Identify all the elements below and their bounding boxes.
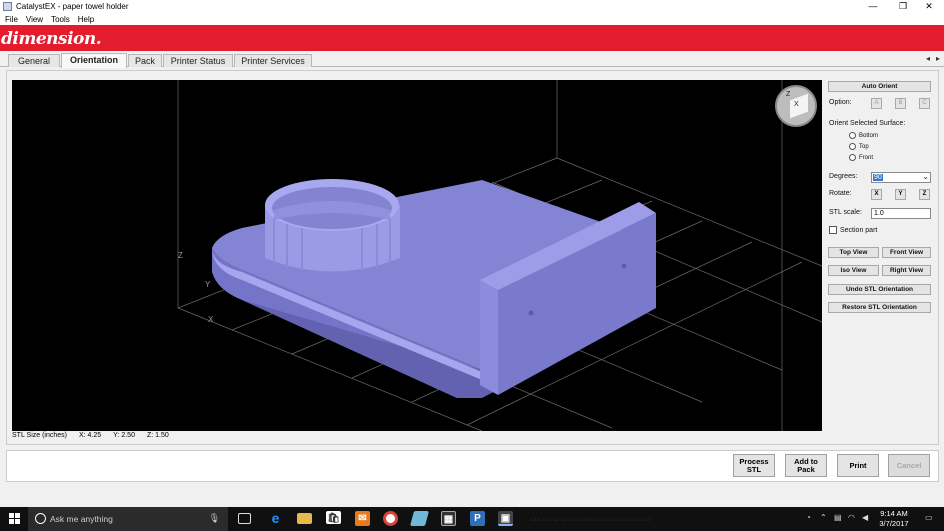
process-stl-line2: STL (746, 464, 762, 474)
tray-chevron-icon[interactable]: ⌃ (820, 513, 827, 522)
brand-logo: dimension. (1, 29, 102, 49)
chrome-icon[interactable] (383, 511, 398, 526)
publisher-icon[interactable]: P (470, 511, 485, 526)
tab-printer-status[interactable]: Printer Status (163, 54, 233, 67)
stl-size-y: Y: 2.50 (113, 432, 135, 439)
brand-bar: dimension. (0, 25, 944, 51)
stl-size-z: Z: 1.50 (146, 432, 169, 439)
orientation-panel: Auto Orient Option: A B C Orient Selecte… (826, 78, 936, 438)
taskbar-clock[interactable]: 9:14 AM 3/7/2017 (876, 509, 912, 529)
model-viewport[interactable]: Z Y X Z X (12, 80, 822, 431)
front-view-button[interactable]: Front View (882, 247, 931, 258)
app-icon (3, 2, 12, 11)
option-c-button[interactable]: C (919, 98, 930, 109)
menu-tools[interactable]: Tools (51, 15, 70, 24)
chevron-down-icon: ⌄ (922, 172, 929, 181)
option-label: Option: (829, 99, 852, 106)
catalystex-taskbar-icon[interactable]: ▣ (498, 511, 513, 526)
viewport-scene: Z Y X (177, 80, 822, 431)
view-cube-z: Z (786, 91, 791, 98)
print-button[interactable]: Print (837, 454, 879, 477)
taskbar-search-box[interactable]: Ask me anything 🎙 (28, 507, 228, 531)
notes-app-icon[interactable] (409, 511, 430, 526)
tray-notifications-icon[interactable]: ◔ (806, 513, 811, 522)
menu-file[interactable]: File (5, 15, 18, 24)
cortana-icon (35, 513, 46, 524)
degrees-label: Degrees: (829, 173, 858, 180)
mail-app-icon[interactable]: ✉ (355, 511, 370, 526)
menu-bar: File View Tools Help (0, 13, 944, 25)
surface-top-radio[interactable] (849, 143, 856, 150)
tab-scroll-left-icon[interactable]: ◂ (926, 54, 930, 63)
minimize-button[interactable]: — (858, 0, 888, 13)
taskbar-search-placeholder: Ask me anything (50, 514, 113, 524)
surface-bottom-radio[interactable] (849, 132, 856, 139)
option-b-button[interactable]: B (895, 98, 906, 109)
task-view-icon[interactable] (238, 513, 251, 524)
tab-strip: General Orientation Pack Printer Status … (0, 51, 944, 68)
section-part-label: Section part (840, 227, 878, 234)
axis-y-label: Y (205, 280, 211, 289)
tab-orientation[interactable]: Orientation (61, 53, 127, 68)
auto-orient-button[interactable]: Auto Orient (828, 81, 931, 92)
axis-x-label: X (208, 315, 214, 324)
tab-general[interactable]: General (8, 54, 60, 67)
store-icon[interactable]: 🛍 (326, 511, 341, 524)
stl-scale-input[interactable]: 1.0 (871, 208, 931, 219)
view-cube[interactable]: Z X (775, 85, 817, 127)
top-view-button[interactable]: Top View (828, 247, 879, 258)
file-explorer-icon[interactable] (297, 513, 312, 524)
axis-z-label: Z (178, 251, 183, 260)
tray-volume-icon[interactable]: ◀ (862, 513, 868, 522)
orient-surface-label: Orient Selected Surface: (829, 120, 906, 127)
cancel-button[interactable]: Cancel (888, 454, 930, 477)
rotate-y-button[interactable]: Y (895, 189, 906, 200)
tab-scroll-right-icon[interactable]: ▸ (936, 54, 940, 63)
surface-front-label: Front (859, 155, 874, 161)
microphone-icon[interactable]: 🎙 (209, 513, 220, 524)
tray-wifi-icon[interactable]: ◠ (848, 513, 855, 522)
add-to-pack-button[interactable]: Add to Pack (785, 454, 827, 477)
tab-pack[interactable]: Pack (128, 54, 162, 67)
taskbar: Ask me anything 🎙 e 🛍 ✉ ▦ P ▣ ▭▭▭▭▭▭▭▭▭▭… (0, 507, 944, 531)
tab-printer-services[interactable]: Printer Services (234, 54, 312, 67)
section-part-checkbox[interactable] (829, 226, 837, 234)
stl-size-line: STL Size (inches) X: 4.25 Y: 2.50 Z: 1.5… (12, 432, 175, 442)
undo-stl-orientation-button[interactable]: Undo STL Orientation (828, 284, 931, 295)
surface-top-label: Top (859, 144, 869, 150)
rotate-label: Rotate: (829, 190, 852, 197)
rotate-z-button[interactable]: Z (919, 189, 930, 200)
menu-help[interactable]: Help (78, 15, 94, 24)
stl-size-label: STL Size (inches) (12, 432, 67, 439)
right-view-button[interactable]: Right View (882, 265, 931, 276)
iso-view-button[interactable]: Iso View (828, 265, 879, 276)
process-stl-button[interactable]: Process STL (733, 454, 775, 477)
surface-bottom-label: Bottom (859, 133, 879, 139)
title-bar: CatalystEX - paper towel holder (0, 0, 944, 13)
clock-time: 9:14 AM (880, 509, 908, 518)
option-a-button[interactable]: A (871, 98, 882, 109)
taskbar-overlay-text: ▭▭▭▭▭▭▭▭▭▭▭▭▭▭▭▭ (530, 516, 652, 523)
view-cube-x: X (794, 101, 799, 108)
rotate-x-button[interactable]: X (871, 189, 882, 200)
degrees-value: 90 (873, 174, 883, 181)
window-title: CatalystEX - paper towel holder (16, 2, 129, 11)
stl-scale-label: STL scale: (829, 209, 862, 216)
close-button[interactable]: ✕ (914, 0, 944, 13)
clock-date: 3/7/2017 (879, 519, 909, 528)
menu-view[interactable]: View (26, 15, 43, 24)
edge-browser-icon[interactable]: e (268, 511, 283, 526)
tray-network-icon[interactable]: ▤ (834, 513, 842, 522)
surface-front-radio[interactable] (849, 154, 856, 161)
stl-size-x: X: 4.25 (78, 432, 102, 439)
degrees-select[interactable]: 90 ⌄ (871, 172, 931, 183)
calculator-icon[interactable]: ▦ (441, 511, 456, 526)
windows-start-icon[interactable] (9, 513, 21, 525)
add-to-pack-line2: Pack (797, 464, 815, 474)
action-center-icon[interactable]: ▭ (925, 513, 933, 522)
restore-stl-orientation-button[interactable]: Restore STL Orientation (828, 302, 931, 313)
view-cube-face (790, 93, 808, 119)
